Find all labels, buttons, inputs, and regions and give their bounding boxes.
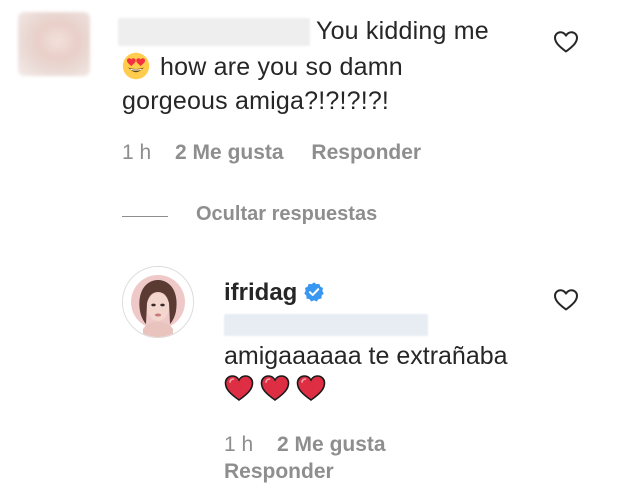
reply-reply-button[interactable]: Responder: [224, 460, 334, 484]
red-heart-emoji-icon: [296, 375, 326, 401]
comment-text-line-2-text: how are you so damn: [160, 53, 403, 81]
reply-meta: 1 h 2 Me gusta: [224, 433, 386, 457]
reply-avatar[interactable]: [122, 266, 194, 338]
red-heart-emoji-icon: [224, 375, 254, 401]
commenter-username-redacted[interactable]: [118, 18, 310, 46]
reply-username-line: ifridag: [224, 279, 325, 307]
like-heart-outline-icon[interactable]: [553, 30, 579, 54]
reply-likes-count[interactable]: 2 Me gusta: [277, 433, 386, 456]
reply-username[interactable]: ifridag: [224, 279, 297, 306]
verified-badge-icon: [304, 282, 325, 302]
hide-replies-button[interactable]: Ocultar respuestas: [196, 203, 377, 226]
reply-mention-redacted[interactable]: [224, 314, 428, 336]
comment-text-line-3: gorgeous amiga?!?!?!?!: [122, 87, 390, 115]
comment-timestamp[interactable]: 1 h: [122, 141, 151, 164]
replies-divider-line: [122, 216, 168, 217]
reply-text: amigaaaaaa te extrañaba: [224, 342, 508, 370]
reply-emoji-row: [224, 374, 326, 404]
comment-text-line-2: how are you so damn: [122, 52, 403, 82]
heart-eyes-emoji-icon: [122, 52, 150, 80]
reply-timestamp[interactable]: 1 h: [224, 433, 253, 456]
comment-reply-button[interactable]: Responder: [311, 141, 421, 164]
commenter-avatar-blurred[interactable]: [18, 12, 90, 76]
comment-text-line-1: You kidding me: [316, 17, 489, 45]
comment-meta: 1 h 2 Me gusta Responder: [122, 141, 421, 165]
comment-likes-count[interactable]: 2 Me gusta: [175, 141, 284, 164]
like-heart-outline-icon[interactable]: [553, 288, 579, 312]
avatar-portrait-icon: [123, 267, 193, 337]
red-heart-emoji-icon: [260, 375, 290, 401]
